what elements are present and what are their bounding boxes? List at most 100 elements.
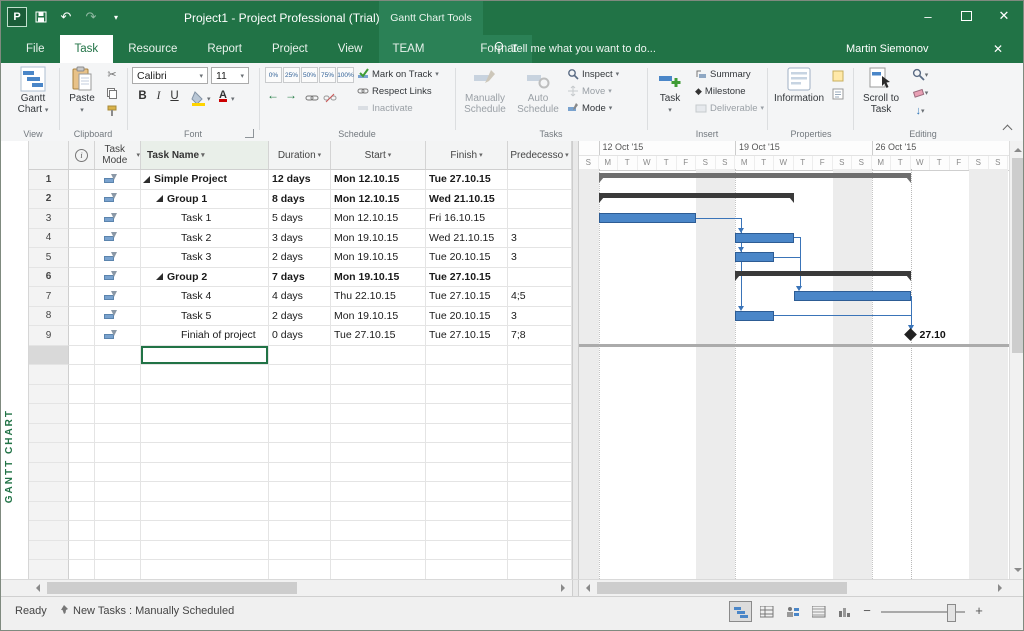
- cell-start[interactable]: [331, 560, 426, 579]
- font-size-select[interactable]: 11▾: [211, 67, 249, 84]
- table-scroll-left-icon[interactable]: [29, 580, 45, 596]
- cell-pred[interactable]: [508, 443, 572, 463]
- timescale-day-cell[interactable]: S: [989, 156, 1009, 170]
- cell-name[interactable]: [141, 404, 269, 424]
- cell-duration[interactable]: [269, 541, 331, 561]
- cell-info[interactable]: [69, 229, 95, 249]
- cell-duration[interactable]: 7 days: [269, 268, 331, 288]
- cell-num[interactable]: [29, 502, 69, 522]
- zoom-slider-thumb[interactable]: [947, 604, 956, 622]
- timescale-day-cell[interactable]: T: [657, 156, 677, 170]
- cell-finish[interactable]: Tue 27.10.15: [426, 326, 508, 346]
- background-color-caret-icon[interactable]: ▾: [207, 95, 211, 103]
- timescale-week-cell[interactable]: 26 Oct '15: [872, 141, 1009, 155]
- cell-num[interactable]: [29, 443, 69, 463]
- gantt-chart-view-button[interactable]: Gantt Chart ▾: [10, 65, 56, 127]
- cell-duration[interactable]: [269, 521, 331, 541]
- cell-start[interactable]: [331, 385, 426, 405]
- task-bar[interactable]: [735, 311, 774, 321]
- timescale-day-cell[interactable]: T: [755, 156, 775, 170]
- insert-task-button[interactable]: Task▾: [651, 65, 689, 127]
- cell-start[interactable]: [331, 404, 426, 424]
- timescale-week-cell[interactable]: [579, 141, 599, 155]
- cell-duration[interactable]: [269, 482, 331, 502]
- cell-name[interactable]: [141, 521, 269, 541]
- cell-name[interactable]: Group 1: [141, 190, 269, 210]
- cell-pred[interactable]: 3: [508, 307, 572, 327]
- cell-name[interactable]: [141, 443, 269, 463]
- cell-name[interactable]: Group 2: [141, 268, 269, 288]
- redo-icon[interactable]: ↷: [80, 6, 102, 28]
- cell-name[interactable]: Task 3: [141, 248, 269, 268]
- table-h-scrollbar-thumb[interactable]: [47, 582, 297, 594]
- timescale-day-cell[interactable]: S: [579, 156, 599, 170]
- cell-pred[interactable]: [508, 463, 572, 483]
- cell-name[interactable]: [141, 482, 269, 502]
- cell-mode[interactable]: [95, 229, 141, 249]
- view-report-button[interactable]: [833, 601, 856, 622]
- cell-info[interactable]: [69, 521, 95, 541]
- timescale-day-cell[interactable]: M: [599, 156, 619, 170]
- timescale-day-cell[interactable]: W: [911, 156, 931, 170]
- cell-info[interactable]: [69, 482, 95, 502]
- move-button[interactable]: Move▾: [567, 83, 612, 99]
- cell-info[interactable]: [69, 424, 95, 444]
- cell-num[interactable]: 6: [29, 268, 69, 288]
- collapse-ribbon-button[interactable]: [999, 121, 1015, 135]
- cell-start[interactable]: [331, 463, 426, 483]
- tab-team[interactable]: TEAM: [377, 35, 439, 63]
- view-team-planner-button[interactable]: [781, 601, 804, 622]
- account-name[interactable]: Martin Siemonov: [846, 35, 929, 63]
- cut-icon[interactable]: ✂: [103, 66, 121, 83]
- column-header-mode[interactable]: Task Mode▾: [95, 141, 141, 169]
- cell-pred[interactable]: [508, 170, 572, 190]
- cell-mode[interactable]: [95, 190, 141, 210]
- cell-finish[interactable]: [426, 463, 508, 483]
- cell-mode[interactable]: [95, 209, 141, 229]
- minimize-icon[interactable]: –: [909, 1, 947, 31]
- cell-info[interactable]: [69, 560, 95, 579]
- cell-pred[interactable]: [508, 502, 572, 522]
- copy-icon[interactable]: [103, 84, 121, 101]
- cell-num[interactable]: [29, 560, 69, 579]
- cell-start[interactable]: Mon 19.10.15: [331, 248, 426, 268]
- cell-info[interactable]: [69, 385, 95, 405]
- cell-duration[interactable]: [269, 385, 331, 405]
- table-scroll-right-icon[interactable]: [556, 580, 572, 596]
- information-button[interactable]: Information: [771, 65, 827, 127]
- milestone-diamond[interactable]: [904, 328, 917, 341]
- cell-name[interactable]: Simple Project: [141, 170, 269, 190]
- column-header-duration[interactable]: Duration▾: [269, 141, 331, 169]
- cell-start[interactable]: Mon 12.10.15: [331, 190, 426, 210]
- cell-finish[interactable]: Tue 27.10.15: [426, 268, 508, 288]
- cell-finish[interactable]: [426, 502, 508, 522]
- cell-num[interactable]: [29, 404, 69, 424]
- cell-pred[interactable]: [508, 560, 572, 579]
- cell-pred[interactable]: [508, 209, 572, 229]
- cell-pred[interactable]: [508, 541, 572, 561]
- timescale-day-cell[interactable]: S: [969, 156, 989, 170]
- expand-collapse-icon[interactable]: [156, 195, 163, 202]
- cell-pred[interactable]: 3: [508, 248, 572, 268]
- cell-num[interactable]: [29, 385, 69, 405]
- cell-mode[interactable]: [95, 521, 141, 541]
- cell-num[interactable]: 2: [29, 190, 69, 210]
- cell-mode[interactable]: [95, 346, 141, 366]
- cell-start[interactable]: [331, 424, 426, 444]
- scroll-down-icon[interactable]: [1010, 563, 1024, 579]
- column-header-start[interactable]: Start▾: [331, 141, 426, 169]
- cell-mode[interactable]: [95, 385, 141, 405]
- timescale-day-cell[interactable]: T: [930, 156, 950, 170]
- cell-info[interactable]: [69, 404, 95, 424]
- insert-summary-button[interactable]: Summary: [695, 66, 751, 82]
- cell-info[interactable]: [69, 248, 95, 268]
- cell-duration[interactable]: 2 days: [269, 307, 331, 327]
- cell-num[interactable]: [29, 482, 69, 502]
- cell-duration[interactable]: [269, 443, 331, 463]
- zoom-out-button[interactable]: −: [861, 603, 873, 618]
- timescale-week-cell[interactable]: 12 Oct '15: [599, 141, 736, 155]
- auto-schedule-button[interactable]: Auto Schedule: [515, 65, 561, 127]
- cell-pred[interactable]: [508, 268, 572, 288]
- secondary-close-icon[interactable]: ✕: [983, 35, 1013, 63]
- clear-icon[interactable]: ▾: [911, 84, 929, 101]
